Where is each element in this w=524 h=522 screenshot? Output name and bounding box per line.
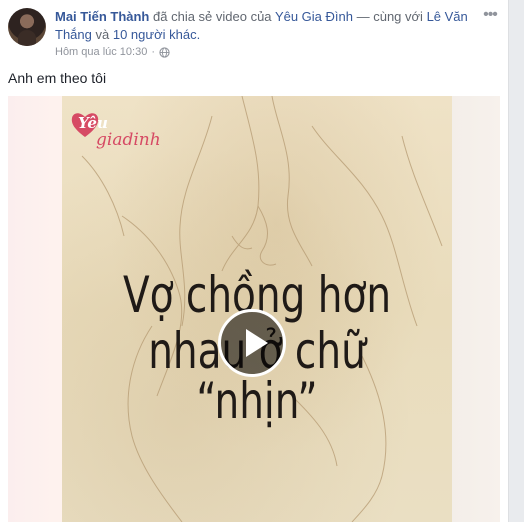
logo-suffix: giadinh <box>96 130 161 150</box>
and-text: và <box>95 27 110 42</box>
ellipsis-icon[interactable]: ••• <box>480 6 500 26</box>
play-icon[interactable] <box>218 309 286 377</box>
post-headline: Mai Tiến Thành đã chia sẻ video của Yêu … <box>55 8 475 44</box>
with-prefix-text: — cùng với <box>356 9 423 24</box>
feed-post: Mai Tiến Thành đã chia sẻ video của Yêu … <box>0 0 509 522</box>
shared-page-link[interactable]: Yêu Gia Đình <box>275 9 353 24</box>
post-timestamp[interactable]: Hôm qua lúc 10:30 <box>55 46 147 58</box>
video-right-margin <box>450 96 500 522</box>
video-player[interactable]: Yêu giadinh Vợ chồng hơn nhau ở chữ “nhị… <box>8 96 500 522</box>
meta-separator: · <box>151 46 156 58</box>
globe-icon[interactable] <box>159 46 170 58</box>
post-text: Anh em theo tôi <box>8 70 107 86</box>
share-action-text: đã chia sẻ video của <box>153 9 272 24</box>
author-link[interactable]: Mai Tiến Thành <box>55 9 149 24</box>
author-avatar[interactable] <box>8 8 46 46</box>
video-title-line3: “nhịn” <box>196 372 318 430</box>
video-left-margin <box>8 96 68 522</box>
post-meta: Hôm qua lúc 10:30 · <box>55 46 170 58</box>
others-link[interactable]: 10 người khác. <box>113 27 200 42</box>
